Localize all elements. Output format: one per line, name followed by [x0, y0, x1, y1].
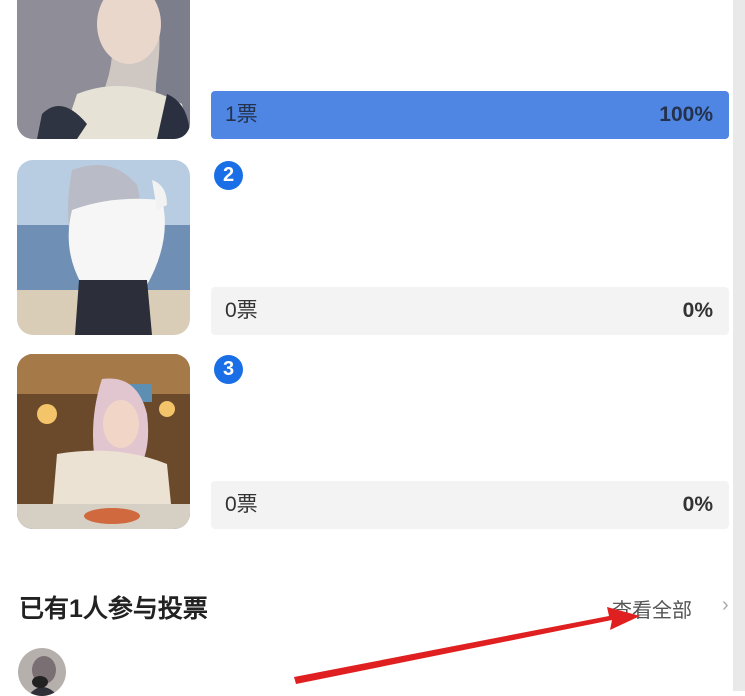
option-3-image[interactable] — [17, 354, 190, 529]
scroll-edge — [733, 0, 745, 691]
participant-avatar[interactable] — [18, 648, 66, 696]
option-3-number-badge: 3 — [214, 355, 243, 384]
view-all-link[interactable]: 查看全部 — [612, 594, 692, 623]
option-3-percent: 0% — [682, 493, 713, 516]
option-2-votes: 0票 — [225, 299, 258, 322]
participants-title: 已有1人参与投票 — [19, 595, 208, 623]
option-3-votes: 0票 — [225, 493, 258, 516]
chevron-right-icon[interactable]: › — [722, 594, 729, 617]
option-2-vote-bar[interactable]: 0票 0% — [211, 287, 729, 335]
option-1-votes: 1票 — [225, 103, 258, 126]
option-2-percent: 0% — [682, 299, 713, 322]
option-1-percent: 100% — [659, 103, 713, 126]
option-2-number-badge: 2 — [214, 161, 243, 190]
option-1-vote-bar[interactable]: 1票 100% — [211, 91, 729, 139]
option-1-image[interactable] — [17, 0, 190, 139]
option-1-vote-fill — [211, 91, 729, 139]
option-2-image[interactable] — [17, 160, 190, 335]
option-3-vote-bar[interactable]: 0票 0% — [211, 481, 729, 529]
